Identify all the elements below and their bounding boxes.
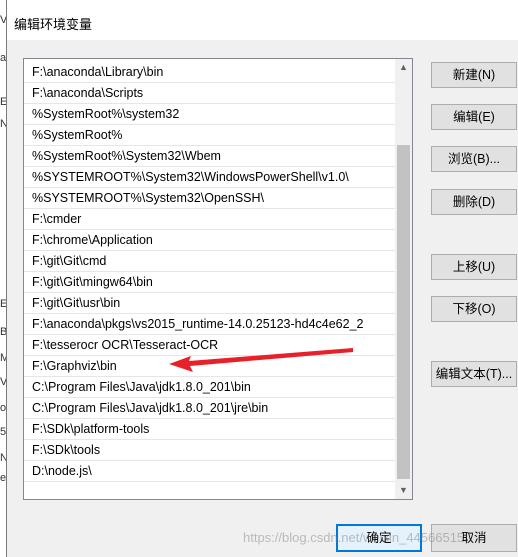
path-list-item[interactable]: F:\chrome\Application [24,230,396,251]
path-list-rows: F:\anaconda\Library\bin F:\anaconda\Scrip… [24,62,396,482]
path-list-item[interactable]: F:\cmder [24,209,396,230]
path-list-item[interactable]: %SYSTEMROOT%\System32\OpenSSH\ [24,188,396,209]
move-up-button[interactable]: 上移(U) [431,254,517,280]
path-list-item[interactable]: F:\anaconda\Scripts [24,83,396,104]
path-list-item[interactable]: F:\anaconda\pkgs\vs2015_runtime-14.0.251… [24,314,396,335]
path-list-item[interactable]: F:\git\Git\cmd [24,251,396,272]
ok-button[interactable]: 确定 [336,524,422,552]
vertical-scrollbar[interactable]: ▲ ▼ [395,59,412,499]
path-list-item[interactable]: C:\Program Files\Java\jdk1.8.0_201\jre\b… [24,398,396,419]
edit-button[interactable]: 编辑(E) [431,104,517,130]
path-list-item[interactable]: F:\SDk\platform-tools [24,419,396,440]
path-list[interactable]: F:\anaconda\Library\bin F:\anaconda\Scrip… [23,58,413,500]
path-list-item[interactable]: %SystemRoot% [24,125,396,146]
screen: VaENEBMVo5Ne 编辑环境变量 F:\anaconda\Library\… [0,0,518,557]
edit-text-button[interactable]: 编辑文本(T)... [431,361,517,387]
scroll-down-icon[interactable]: ▼ [395,482,412,499]
new-button[interactable]: 新建(N) [431,62,517,88]
scroll-thumb[interactable] [397,145,410,479]
delete-button[interactable]: 删除(D) [431,189,517,215]
path-list-item[interactable]: F:\SDk\tools [24,440,396,461]
move-down-button[interactable]: 下移(O) [431,296,517,322]
edit-environment-variable-dialog: 编辑环境变量 F:\anaconda\Library\bin F:\anacond… [6,0,518,557]
path-list-item[interactable]: %SystemRoot%\System32\Wbem [24,146,396,167]
path-list-item[interactable]: C:\Program Files\Java\jdk1.8.0_201\bin [24,377,396,398]
title-bar[interactable]: 编辑环境变量 [7,0,518,40]
path-list-item[interactable]: %SYSTEMROOT%\System32\WindowsPowerShell\… [24,167,396,188]
path-list-item[interactable]: F:\anaconda\Library\bin [24,62,396,83]
dialog-title: 编辑环境变量 [14,17,93,32]
path-list-item[interactable]: D:\node.js\ [24,461,396,482]
cancel-button[interactable]: 取消 [431,524,517,552]
path-list-item[interactable]: F:\git\Git\mingw64\bin [24,272,396,293]
path-list-item[interactable]: F:\git\Git\usr\bin [24,293,396,314]
scroll-up-icon[interactable]: ▲ [395,59,412,76]
browse-button[interactable]: 浏览(B)... [431,146,517,172]
red-arrow-annotation-icon [169,348,353,372]
path-list-item[interactable]: %SystemRoot%\system32 [24,104,396,125]
